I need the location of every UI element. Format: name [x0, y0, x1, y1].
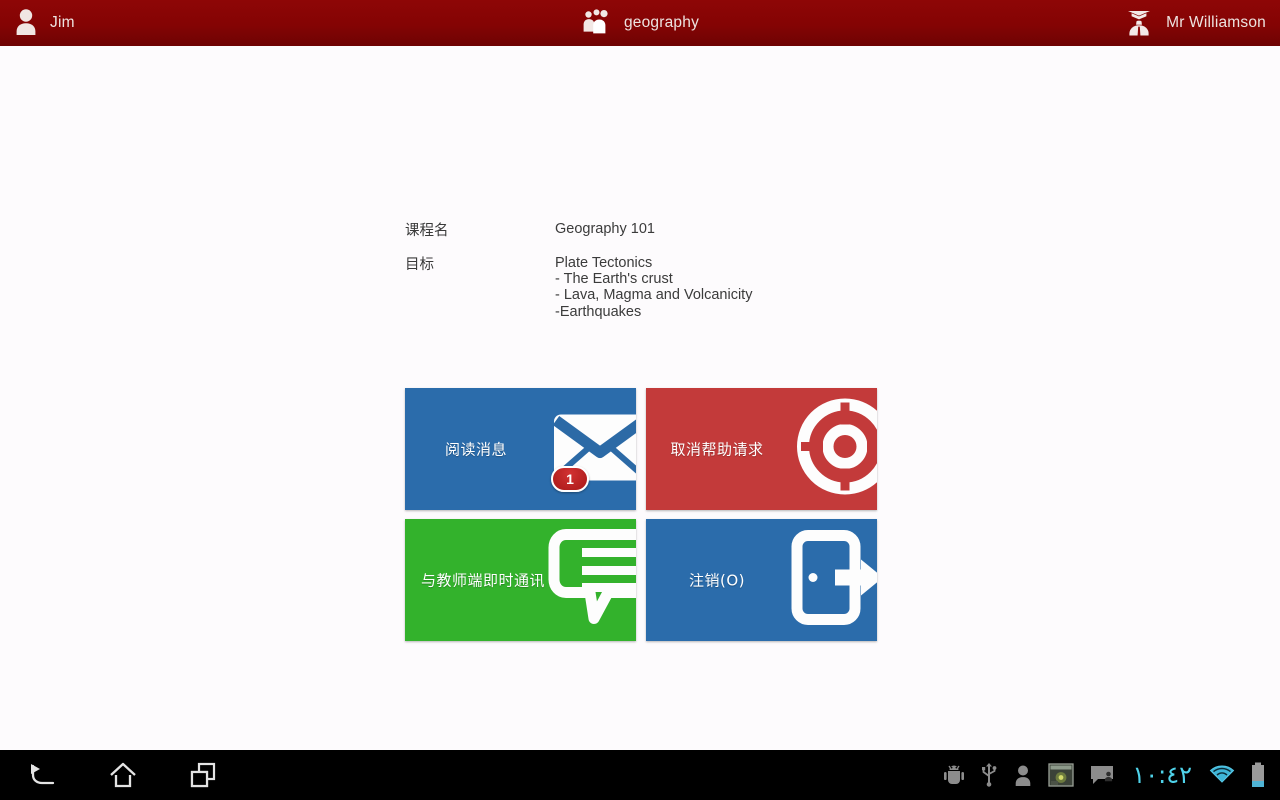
unread-count-badge: 1	[551, 466, 589, 492]
back-arrow-icon[interactable]	[22, 754, 64, 796]
student-name: Jim	[50, 14, 75, 31]
chat-with-teacher-tile[interactable]: 与教师端即时通讯	[405, 519, 636, 641]
class-name: geography	[623, 14, 700, 31]
recent-apps-icon[interactable]	[182, 754, 224, 796]
read-messages-tile[interactable]: 阅读消息 1	[405, 388, 636, 510]
tray-chat[interactable]	[1089, 764, 1115, 786]
chat-with-teacher-label: 与教师端即时通讯	[420, 571, 545, 590]
course-row: 课程名 Geography 101	[405, 221, 877, 241]
logout-label: 注销(O)	[688, 571, 745, 590]
life-ring-help-icon	[791, 395, 877, 504]
logout-door-icon	[787, 528, 877, 633]
person-icon	[13, 7, 39, 40]
class-indicator[interactable]: geography	[422, 7, 857, 40]
tray-screenshot[interactable]	[1048, 763, 1074, 787]
objective-line: - Lava, Magma and Volcanicity	[555, 287, 753, 304]
home-icon[interactable]	[102, 754, 144, 796]
tray-battery-icon[interactable]	[1250, 762, 1266, 788]
lesson-info-panel: 课程名 Geography 101 目标 Plate Tectonics - T…	[405, 221, 877, 320]
teacher-name: Mr Williamson	[1166, 14, 1266, 31]
graduate-teacher-icon	[1124, 5, 1154, 42]
logout-tile[interactable]: 注销(O)	[646, 519, 877, 641]
cancel-help-request-tile[interactable]: 取消帮助请求	[646, 388, 877, 510]
system-tray: ١٠:٤٢	[943, 761, 1280, 789]
cancel-help-request-label: 取消帮助请求	[670, 440, 764, 459]
objectives-value: Plate Tectonics - The Earth's crust - La…	[555, 255, 752, 320]
android-navigation-bar: ١٠:٤٢	[0, 750, 1280, 800]
objective-line: -Earthquakes	[555, 303, 642, 320]
objective-line: Plate Tectonics	[555, 255, 653, 271]
teacher-identity[interactable]: Mr Williamson	[858, 5, 1280, 42]
tray-android-debug[interactable]	[943, 763, 965, 787]
objective-line: - The Earth's crust	[555, 271, 673, 288]
chat-bubble-icon	[548, 527, 636, 634]
status-clock[interactable]: ١٠:٤٢	[1130, 761, 1194, 789]
group-people-icon	[581, 7, 611, 40]
top-app-bar: Jim geography Mr Williamson	[0, 0, 1280, 46]
course-name-label: 课程名	[405, 223, 449, 239]
nav-buttons	[0, 754, 224, 796]
student-identity[interactable]: Jim	[0, 7, 422, 40]
objectives-label: 目标	[405, 257, 434, 273]
read-messages-label: 阅读消息	[444, 440, 507, 459]
tray-user[interactable]	[1013, 764, 1033, 786]
objectives-row: 目标 Plate Tectonics - The Earth's crust -…	[405, 255, 877, 320]
tray-wifi-icon[interactable]	[1209, 764, 1235, 786]
action-tile-grid: 阅读消息 1 取消帮助请求 与教师端即时通讯 注销(O)	[405, 388, 877, 641]
course-name-value: Geography 101	[555, 221, 655, 237]
tray-usb[interactable]	[980, 763, 998, 787]
main-content: 课程名 Geography 101 目标 Plate Tectonics - T…	[0, 46, 1280, 779]
